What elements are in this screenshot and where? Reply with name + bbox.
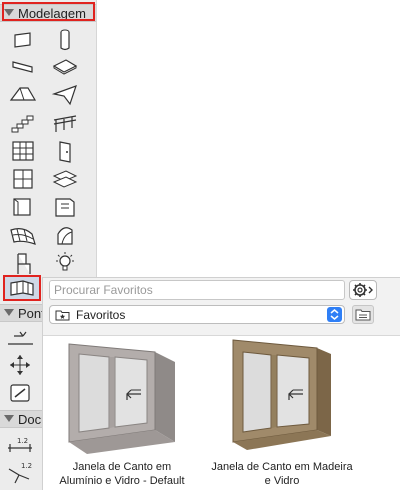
beam-tool-icon[interactable] [8, 54, 38, 80]
section-label: Pont [18, 306, 45, 321]
favorites-popup: Procurar Favoritos Favoritos Janela de C… [42, 277, 400, 490]
roof-tool-icon[interactable] [8, 82, 38, 108]
highlight-box [2, 2, 95, 21]
corner-window-small-icon[interactable] [50, 194, 80, 220]
settings-menu-button[interactable] [349, 280, 377, 300]
worksheet-tool-icon[interactable] [5, 380, 35, 406]
column-tool-icon[interactable] [50, 27, 80, 53]
dimension-tool-icon[interactable]: 1.2 [5, 432, 35, 458]
favorite-caption-line1: Janela de Canto em [72, 461, 172, 473]
collapse-triangle-icon [4, 415, 14, 422]
collapse-triangle-icon [4, 309, 14, 316]
wood-corner-window-thumbnail [232, 339, 331, 450]
object-tool-icon[interactable] [8, 250, 38, 276]
favorite-caption-line1: Janela de Canto em Madeira [211, 461, 353, 473]
manage-folders-button[interactable] [352, 305, 374, 324]
svg-text:1.2: 1.2 [17, 437, 28, 445]
slab-tool-icon[interactable] [50, 54, 80, 80]
door-tool-icon[interactable] [50, 138, 80, 164]
stair-tool-icon[interactable] [8, 110, 38, 136]
select-arrows-icon [327, 307, 342, 322]
section-point-tool-icon[interactable] [5, 352, 35, 378]
curtain-wall-tool-icon[interactable] [8, 138, 38, 164]
wall-tool-icon[interactable] [8, 27, 38, 53]
mesh-tool-icon[interactable] [8, 222, 38, 248]
corner-window-tool-button[interactable] [3, 275, 41, 301]
angle-dimension-tool-icon[interactable]: 1.2 [5, 459, 35, 485]
folder-star-icon [55, 310, 70, 321]
favorite-caption-line2: e Vidro [264, 475, 300, 487]
level-dimension-tool-icon[interactable] [5, 326, 35, 352]
railing-tool-icon[interactable] [50, 110, 80, 136]
wall-end-tool-icon[interactable] [8, 194, 38, 220]
gear-icon [353, 283, 373, 297]
zone-tool-icon[interactable] [50, 222, 80, 248]
aluminium-corner-window-thumbnail [68, 343, 175, 454]
shell-tool-icon[interactable] [50, 82, 80, 108]
svg-text:1.2: 1.2 [21, 462, 32, 470]
search-favorites-input[interactable]: Procurar Favoritos [49, 280, 345, 300]
search-placeholder: Procurar Favoritos [54, 283, 153, 297]
skylight-tool-icon[interactable] [50, 166, 80, 192]
favorite-item[interactable]: Janela de Canto em Madeira e Vidro [207, 338, 357, 488]
folder-select-value: Favoritos [76, 308, 126, 322]
folder-icon [355, 309, 371, 321]
window-tool-icon[interactable] [8, 166, 38, 192]
lamp-tool-icon[interactable] [50, 250, 80, 276]
favorite-caption-line2: Alumínio e Vidro - Default [59, 475, 185, 487]
favorite-item[interactable]: Janela de Canto em Alumínio e Vidro - De… [47, 338, 197, 488]
favorites-toolbar: Procurar Favoritos Favoritos [43, 278, 400, 336]
favorites-folder-select[interactable]: Favoritos [49, 305, 345, 324]
